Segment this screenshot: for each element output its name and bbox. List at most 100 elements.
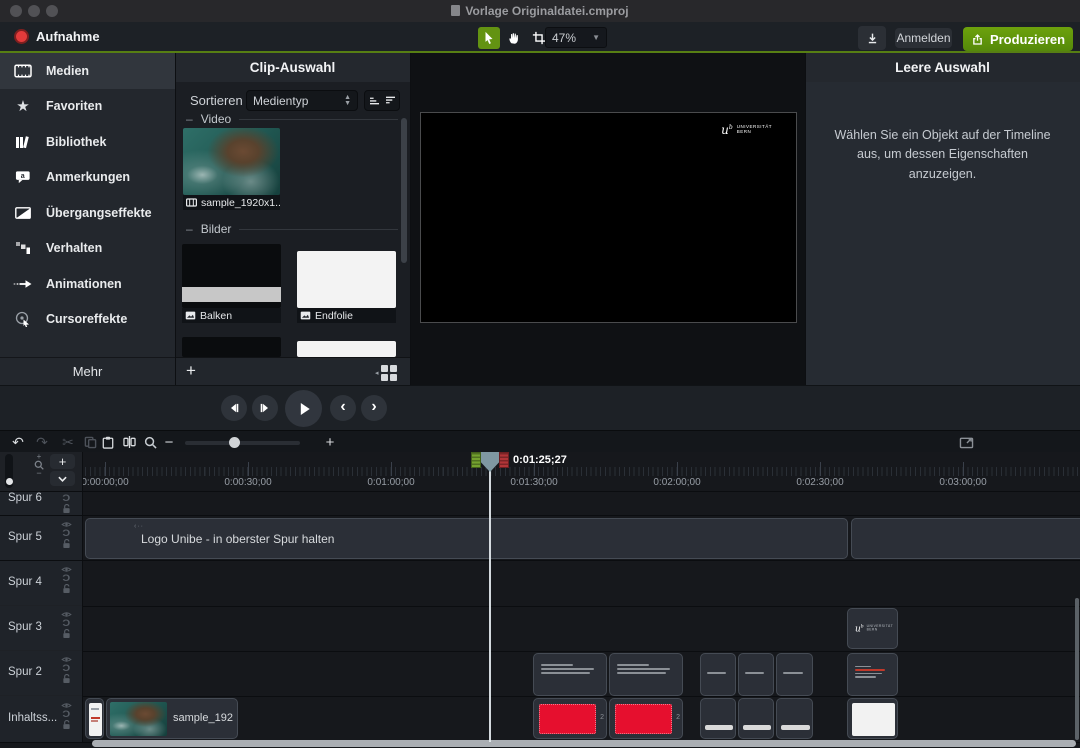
sidebar-mehr-button[interactable]: Mehr <box>0 357 175 385</box>
record-button[interactable] <box>14 29 29 44</box>
playhead-line[interactable] <box>489 452 491 742</box>
play-button[interactable] <box>285 390 322 427</box>
cut-button[interactable]: ✂ <box>58 431 78 453</box>
eye-icon[interactable] <box>61 566 72 573</box>
import-download-button[interactable] <box>858 26 886 50</box>
video-stage[interactable]: ub UNIVERSITÄTBERN <box>420 112 797 323</box>
title-bar: Vorlage Originaldatei.cmproj <box>0 0 1080 22</box>
lock-icon[interactable] <box>62 674 71 684</box>
step-forward-button[interactable] <box>252 395 278 421</box>
image-thumbnail-balken[interactable] <box>182 244 281 308</box>
track-header-spur3[interactable]: Spur 3 Ɔ <box>0 606 83 650</box>
magnet-icon[interactable]: Ɔ <box>62 619 70 628</box>
magnet-icon[interactable]: Ɔ <box>62 494 70 503</box>
image-thumbnail-endfolie[interactable] <box>297 251 396 308</box>
timeline-zoom-in-button[interactable]: + <box>323 431 337 453</box>
eye-icon[interactable] <box>61 521 72 528</box>
sidebar-item-anmerkungen[interactable]: a Anmerkungen <box>0 160 175 196</box>
chevron-down-icon <box>58 476 67 482</box>
playhead-in-handle[interactable] <box>471 452 481 468</box>
anmelden-button[interactable]: Anmelden <box>895 28 952 48</box>
detach-timeline-button[interactable] <box>955 431 977 453</box>
redo-button[interactable]: ↷ <box>32 431 52 453</box>
clip-logo-unibe[interactable]: ‹·· Logo Unibe - in oberster Spur halten <box>85 518 848 559</box>
lock-icon[interactable] <box>62 539 71 549</box>
track-header-inhalt[interactable]: Inhaltss... Ɔ <box>0 696 83 742</box>
add-track-button[interactable]: + <box>50 454 75 469</box>
image-thumbnail-partial-dark[interactable] <box>182 337 281 357</box>
lock-icon[interactable] <box>62 504 71 514</box>
timeline-horizontal-scrollbar[interactable] <box>92 740 1076 747</box>
step-back-button[interactable] <box>221 395 247 421</box>
clip-panel-scrollbar[interactable] <box>401 118 407 263</box>
cursor-tool-button[interactable] <box>478 27 500 49</box>
timeline-vertical-scrollbar[interactable] <box>1075 598 1079 740</box>
sidebar-item-medien[interactable]: Medien <box>0 53 175 89</box>
clip-text-annotation[interactable] <box>533 653 607 696</box>
clip-balken-image[interactable] <box>738 698 774 739</box>
track-header-spur5[interactable]: Spur 5 Ɔ <box>0 516 83 560</box>
clip-red-image[interactable]: 2 <box>533 698 607 739</box>
magnet-icon[interactable]: Ɔ <box>62 664 70 673</box>
clip-endfolie-image[interactable] <box>847 698 898 739</box>
clip-logo-thumbnail[interactable]: ub UNIVERSITÄTBERN <box>847 608 898 649</box>
track-options-button[interactable] <box>50 471 75 486</box>
jump-forward-button[interactable]: › <box>361 395 387 421</box>
pan-tool-button[interactable] <box>503 27 525 49</box>
video-section-header[interactable]: – Video <box>186 112 398 126</box>
clip-text-annotation[interactable] <box>776 653 813 696</box>
sort-direction-buttons[interactable] <box>364 90 400 111</box>
canvas-zoom-select[interactable]: 47% ▼ <box>545 27 607 48</box>
magnet-icon[interactable]: Ɔ <box>62 574 70 583</box>
eye-icon[interactable] <box>61 656 72 663</box>
clip-panel-footer: + ◂ <box>175 357 410 385</box>
lock-icon[interactable] <box>62 584 71 594</box>
clip-balken-image[interactable] <box>700 698 736 739</box>
timeline-zoom-slider-thumb[interactable] <box>229 437 240 448</box>
clip-red-image[interactable]: 2 <box>609 698 683 739</box>
sidebar-item-uebergangseffekte[interactable]: Übergangseffekte <box>0 195 175 231</box>
sidebar-item-favoriten[interactable]: ★ Favoriten <box>0 89 175 125</box>
clip-text-annotation[interactable] <box>700 653 736 696</box>
track-header-spur4[interactable]: Spur 4 Ɔ <box>0 561 83 605</box>
copy-button[interactable] <box>80 431 100 453</box>
bilder-section-header[interactable]: – Bilder <box>186 222 398 236</box>
paste-button[interactable] <box>98 431 118 453</box>
image-thumbnail-partial-white[interactable] <box>297 341 396 357</box>
jump-back-button[interactable]: ‹ <box>330 395 356 421</box>
sidebar-item-animationen[interactable]: Animationen <box>0 266 175 302</box>
timeline-zoom-slider[interactable] <box>185 441 300 445</box>
track-height-slider[interactable] <box>5 454 13 488</box>
sidebar-item-bibliothek[interactable]: Bibliothek <box>0 124 175 160</box>
track-header-spur2[interactable]: Spur 2 Ɔ <box>0 651 83 695</box>
track-height-slider-thumb[interactable] <box>6 478 13 485</box>
undo-button[interactable]: ↶ <box>8 431 28 453</box>
playhead-out-handle[interactable] <box>499 452 509 468</box>
video-thumbnail-sample[interactable] <box>183 128 280 195</box>
sidebar-item-verhalten[interactable]: Verhalten <box>0 231 175 267</box>
add-media-button[interactable]: + <box>186 361 196 381</box>
produzieren-button[interactable]: Produzieren <box>963 27 1073 51</box>
clip-sample-video[interactable]: sample_192 <box>106 698 238 739</box>
lock-icon[interactable] <box>62 629 71 639</box>
lock-icon[interactable] <box>62 720 71 730</box>
clip-text-annotation[interactable] <box>609 653 683 696</box>
eye-icon[interactable] <box>61 611 72 618</box>
clip-title-partial[interactable] <box>85 698 104 739</box>
eye-icon[interactable] <box>61 702 72 709</box>
sort-select[interactable]: Medientyp ▲▼ <box>246 90 358 111</box>
magnet-icon[interactable]: Ɔ <box>62 710 70 719</box>
clip-balken-image[interactable] <box>776 698 813 739</box>
filmstrip-icon <box>0 64 46 78</box>
thumbnail-view-button[interactable]: ◂ <box>375 365 397 381</box>
split-button[interactable] <box>119 431 139 453</box>
magnet-icon[interactable]: Ɔ <box>62 529 70 538</box>
track-zoom-mini[interactable]: + − <box>33 453 45 477</box>
track-header-spur6[interactable]: Spur 6 Ɔ <box>0 492 83 515</box>
clip-text-annotation[interactable] <box>738 653 774 696</box>
timeline-zoom-out-button[interactable]: − <box>162 431 176 453</box>
clip-spur5-continuation[interactable] <box>851 518 1080 559</box>
clip-text-annotation[interactable] <box>847 653 898 696</box>
sidebar-item-cursoreffekte[interactable]: Cursoreffekte <box>0 302 175 338</box>
timeline-ruler[interactable]: 0:00:00;00 0:00:30;00 0:01:00;00 0:01:30… <box>83 477 1080 491</box>
